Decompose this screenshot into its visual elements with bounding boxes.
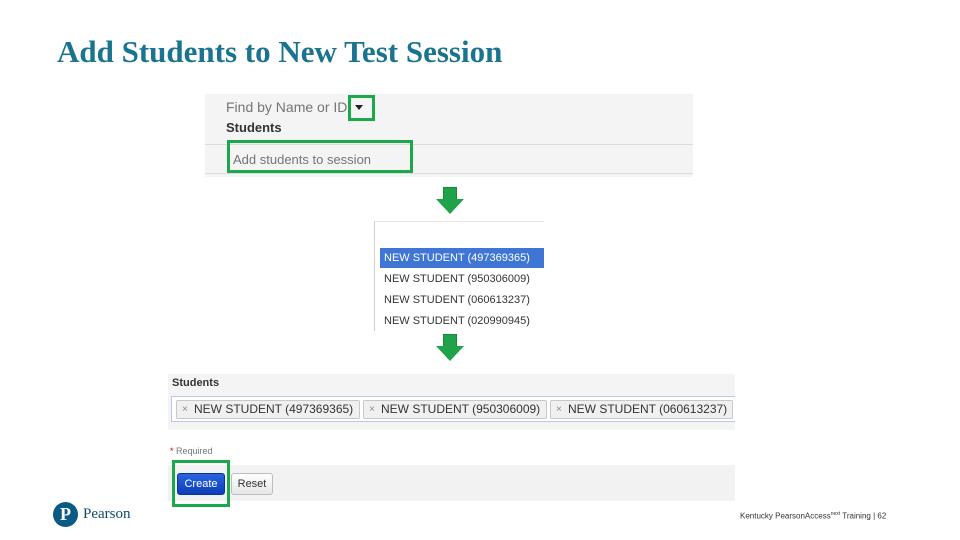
dropdown-option[interactable]: NEW STUDENT (950306009) (380, 269, 544, 289)
dropdown-option[interactable]: NEW STUDENT (497369365) (380, 248, 544, 268)
footer-sup: next (830, 511, 841, 517)
slide-title: Add Students to New Test Session (57, 34, 503, 69)
footer-product: Kentucky PearsonAccess (740, 511, 831, 521)
student-tag: × NEW STUDENT (497369365) (176, 400, 360, 419)
student-tag-label: NEW STUDENT (060613237) (568, 402, 728, 416)
required-note: * Required (170, 446, 213, 456)
student-tag-label: NEW STUDENT (950306009) (381, 402, 541, 416)
reset-button[interactable]: Reset (231, 473, 273, 495)
students-label: Students (172, 377, 220, 389)
remove-tag-icon[interactable]: × (369, 401, 375, 418)
pearson-logo-text: Pearson (83, 506, 131, 522)
student-tag-label: NEW STUDENT (497369365) (194, 402, 354, 416)
find-by-label: Find by Name or ID (226, 99, 348, 115)
highlight-box-input (227, 140, 413, 173)
dropdown-option[interactable]: NEW STUDENT (060613237) (380, 290, 544, 310)
students-tag-input[interactable]: × NEW STUDENT (497369365) × NEW STUDENT … (171, 396, 735, 422)
arrow-down-icon (436, 187, 464, 215)
required-label: Required (173, 446, 213, 456)
footer-page: Training | 62 (840, 511, 887, 521)
highlight-box-caret (348, 95, 375, 121)
footer-text: Kentucky PearsonAccessnext Training | 62 (740, 511, 886, 521)
remove-tag-icon[interactable]: × (556, 401, 562, 418)
remove-tag-icon[interactable]: × (182, 401, 188, 418)
pearson-logo: P Pearson (53, 502, 131, 527)
students-label: Students (226, 120, 282, 135)
student-tag: × NEW STUDENT (060613237) (550, 400, 733, 419)
arrow-down-icon (436, 334, 464, 362)
student-dropdown-list: NEW STUDENT (497369365) NEW STUDENT (950… (374, 221, 544, 331)
pearson-logo-icon: P (53, 502, 78, 527)
dropdown-option[interactable]: NEW STUDENT (020990945) (380, 311, 544, 331)
student-tag: × NEW STUDENT (950306009) (363, 400, 547, 419)
highlight-box-create (172, 460, 230, 507)
selected-students-panel: Students × NEW STUDENT (497369365) × NEW… (168, 374, 735, 430)
